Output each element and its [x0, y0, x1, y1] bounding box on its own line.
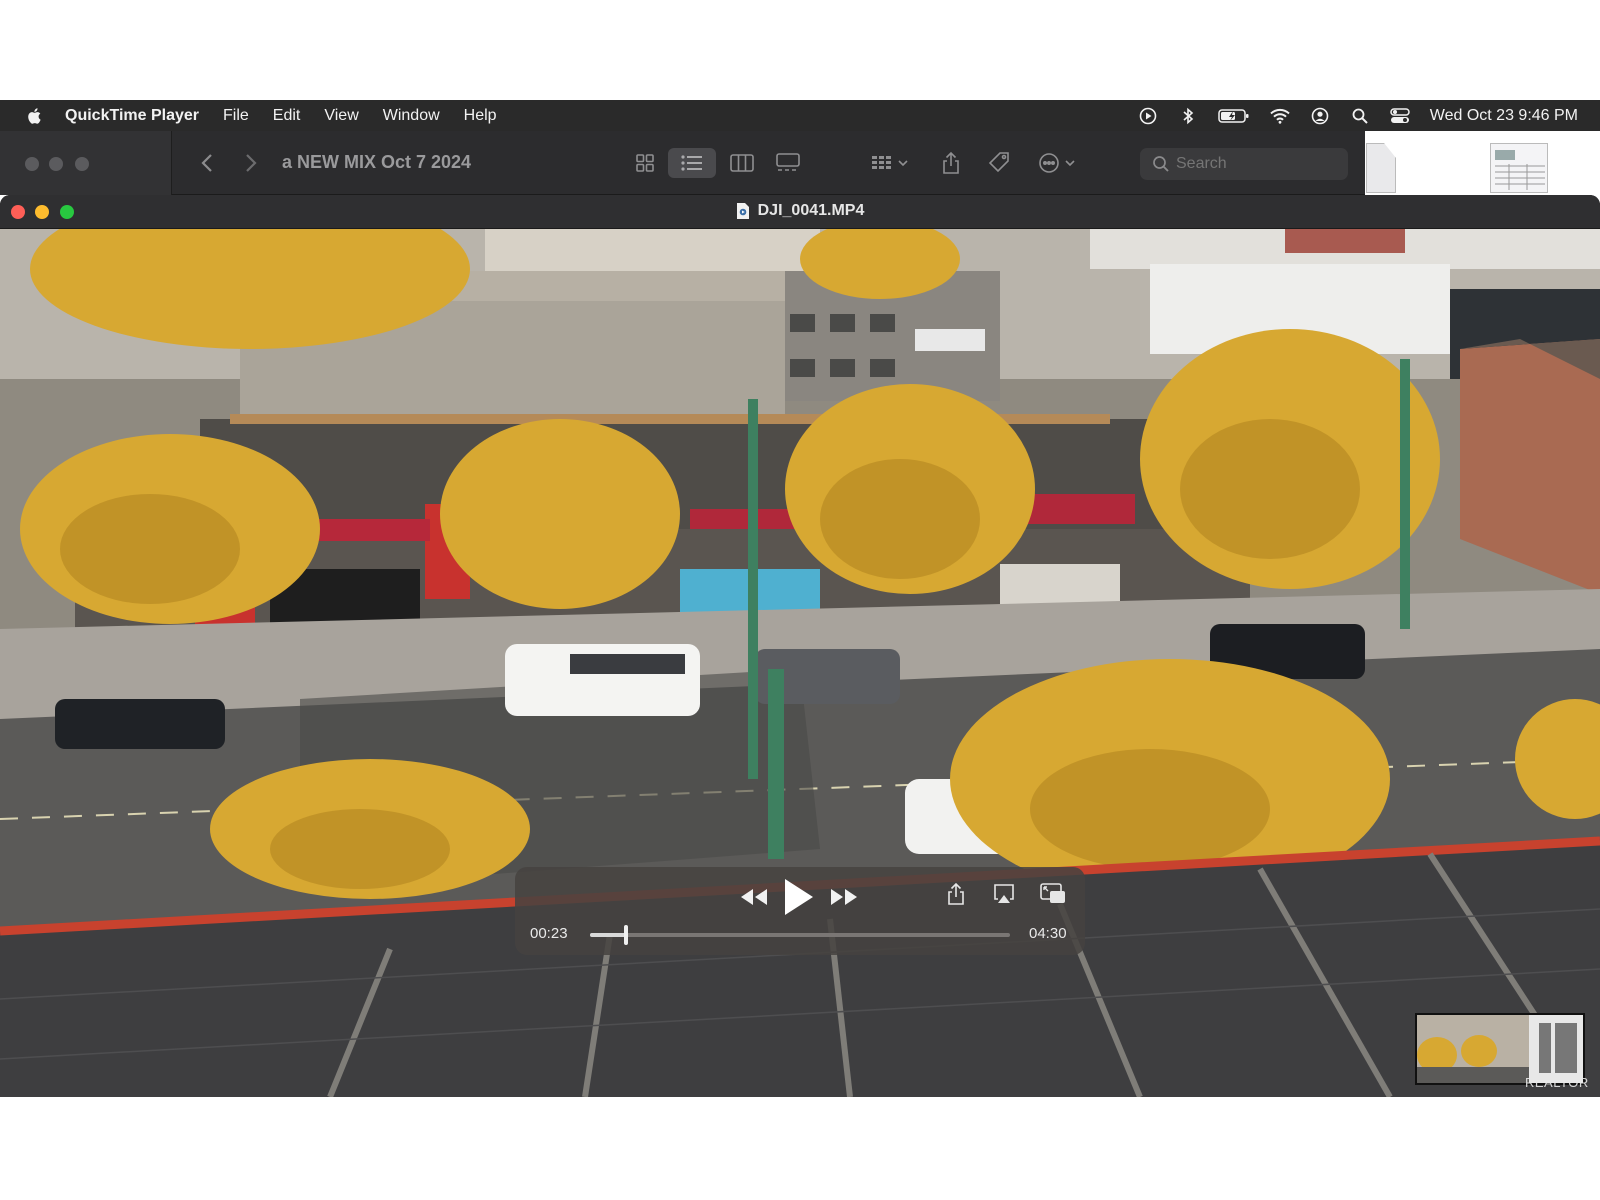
desktop-file-icon[interactable] — [1366, 143, 1396, 193]
menu-clock[interactable]: Wed Oct 23 9:46 PM — [1430, 107, 1578, 125]
control-center-icon[interactable] — [1390, 106, 1410, 126]
window-title-text: DJI_0041.MP4 — [757, 202, 865, 219]
quicktime-titlebar[interactable]: DJI_0041.MP4 — [0, 195, 1600, 229]
fast-forward-button[interactable] — [827, 882, 861, 912]
finder-minimize-button[interactable] — [49, 157, 63, 171]
finder-window: a NEW MIX Oct 7 2024 — [0, 131, 1365, 195]
finder-folder-title: a NEW MIX Oct 7 2024 — [282, 152, 472, 172]
play-icon — [785, 879, 813, 915]
airplay-button[interactable] — [989, 879, 1019, 909]
menu-help[interactable]: Help — [464, 107, 497, 125]
duration-time: 04:30 — [1029, 925, 1067, 942]
search-icon — [1153, 156, 1169, 172]
list-view-icon[interactable] — [668, 148, 716, 178]
forward-arrow-icon[interactable] — [238, 149, 264, 177]
progress-track[interactable] — [590, 925, 1010, 945]
finder-sidebar — [0, 131, 172, 195]
finder-zoom-button[interactable] — [75, 157, 89, 171]
battery-icon[interactable] — [1218, 106, 1250, 126]
tag-icon[interactable] — [985, 148, 1013, 178]
share-icon[interactable] — [938, 148, 964, 178]
progress-fill — [590, 933, 626, 937]
icon-view-icon[interactable] — [630, 148, 660, 178]
finder-close-button[interactable] — [25, 157, 39, 171]
menu-app-name[interactable]: QuickTime Player — [65, 107, 199, 125]
screen: QuickTime Player File Edit View Window H… — [0, 0, 1600, 1200]
rewind-button[interactable] — [737, 882, 771, 912]
airplay-icon — [994, 884, 1014, 903]
window-title: DJI_0041.MP4 — [0, 202, 1600, 220]
bluetooth-icon[interactable] — [1178, 106, 1198, 126]
rewind-icon — [741, 889, 767, 905]
more-actions-icon[interactable] — [1036, 148, 1082, 178]
playhead-handle[interactable] — [623, 925, 628, 945]
wifi-icon[interactable] — [1270, 106, 1290, 126]
desktop-file-thumbnail-icon[interactable] — [1490, 143, 1548, 193]
quicktime-window: DJI_0041.MP4 00:23 04:30 REALTOR — [0, 195, 1600, 1097]
video-file-icon — [736, 203, 749, 219]
fast-forward-icon — [831, 889, 857, 905]
group-by-icon[interactable] — [868, 148, 914, 178]
column-view-icon[interactable] — [726, 148, 758, 178]
play-button[interactable] — [778, 875, 818, 919]
menu-bar: QuickTime Player File Edit View Window H… — [0, 100, 1600, 131]
picture-in-picture-button[interactable] — [1037, 879, 1069, 909]
back-arrow-icon[interactable] — [194, 149, 220, 177]
play-status-icon[interactable] — [1138, 106, 1158, 126]
picture-in-picture-icon — [1040, 883, 1065, 903]
gallery-view-icon[interactable] — [772, 148, 804, 178]
menu-file[interactable]: File — [223, 107, 249, 125]
playback-controls: 00:23 04:30 — [515, 867, 1085, 955]
user-icon[interactable] — [1310, 106, 1330, 126]
spotlight-search-icon[interactable] — [1350, 106, 1370, 126]
realtor-watermark: REALTOR — [1525, 1075, 1589, 1090]
menu-view[interactable]: View — [324, 107, 358, 125]
share-icon — [948, 882, 964, 905]
menu-edit[interactable]: Edit — [273, 107, 301, 125]
share-video-button[interactable] — [943, 879, 969, 909]
finder-search-field[interactable] — [1140, 148, 1348, 180]
apple-icon[interactable] — [25, 106, 45, 126]
elapsed-time: 00:23 — [530, 925, 568, 942]
status-area: Wed Oct 23 9:46 PM — [1118, 100, 1578, 131]
video-frame[interactable] — [0, 229, 1600, 1097]
search-input[interactable] — [1176, 155, 1336, 173]
menu-window[interactable]: Window — [383, 107, 440, 125]
